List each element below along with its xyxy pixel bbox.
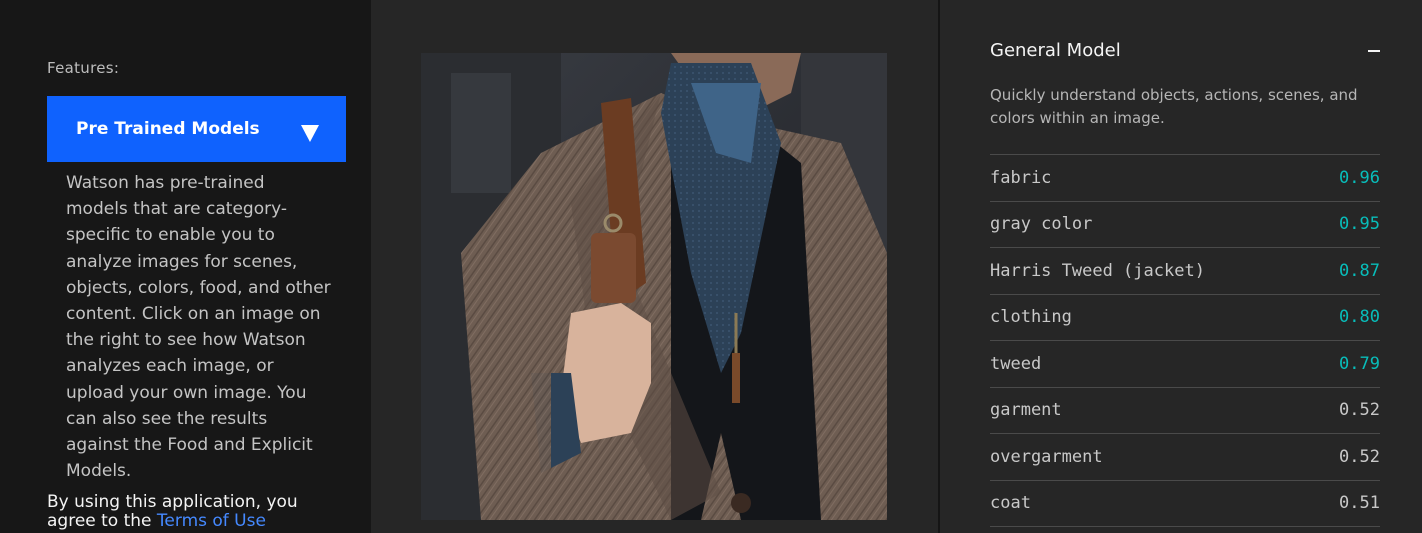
result-score: 0.96	[1339, 167, 1380, 188]
result-row: tweed 0.79	[990, 341, 1380, 388]
jacket-photo-icon	[421, 53, 887, 520]
image-panel	[371, 0, 938, 533]
result-label: coat	[990, 493, 1031, 514]
result-score: 0.51	[1339, 493, 1380, 514]
result-label: gray color	[990, 214, 1093, 235]
result-row: fabric 0.96	[990, 155, 1380, 202]
dropdown-selected-value: Pre Trained Models	[76, 119, 260, 139]
result-label: fabric	[990, 167, 1052, 188]
collapse-icon[interactable]	[1368, 50, 1380, 52]
classification-results: fabric 0.96 gray color 0.95 Harris Tweed (ja…	[990, 154, 1380, 527]
result-row: garment 0.52	[990, 388, 1380, 434]
result-score: 0.87	[1339, 260, 1380, 281]
features-description: Watson has pre-trained models that are c…	[66, 173, 331, 482]
result-score: 0.95	[1339, 214, 1380, 235]
terms-of-use-link[interactable]: Terms of Use	[157, 511, 266, 531]
sidebar: Features: Pre Trained Models Watson has …	[0, 0, 371, 533]
result-row: overgarment 0.52	[990, 434, 1380, 481]
caret-down-icon	[301, 124, 319, 142]
model-description: Quickly understand objects, actions, sce…	[990, 86, 1358, 127]
result-score: 0.52	[1339, 446, 1380, 467]
result-label: clothing	[990, 307, 1072, 328]
result-label: overgarment	[990, 446, 1103, 467]
result-score: 0.80	[1339, 307, 1380, 328]
results-panel: General Model Quickly understand objects…	[940, 0, 1422, 533]
result-label: Harris Tweed (jacket)	[990, 260, 1205, 281]
result-row: Harris Tweed (jacket) 0.87	[990, 248, 1380, 295]
model-type-dropdown[interactable]: Pre Trained Models	[47, 96, 346, 162]
result-score: 0.52	[1339, 400, 1380, 421]
features-label: Features:	[47, 59, 120, 77]
result-row: gray color 0.95	[990, 202, 1380, 248]
result-row: coat 0.51	[990, 481, 1380, 527]
result-label: tweed	[990, 353, 1042, 374]
result-score: 0.79	[1339, 353, 1380, 374]
model-title: General Model	[990, 40, 1121, 61]
result-row: clothing 0.80	[990, 295, 1380, 341]
analyzed-image[interactable]	[421, 53, 887, 520]
terms-notice: By using this application, you agree to …	[47, 493, 347, 531]
result-label: garment	[990, 400, 1062, 421]
